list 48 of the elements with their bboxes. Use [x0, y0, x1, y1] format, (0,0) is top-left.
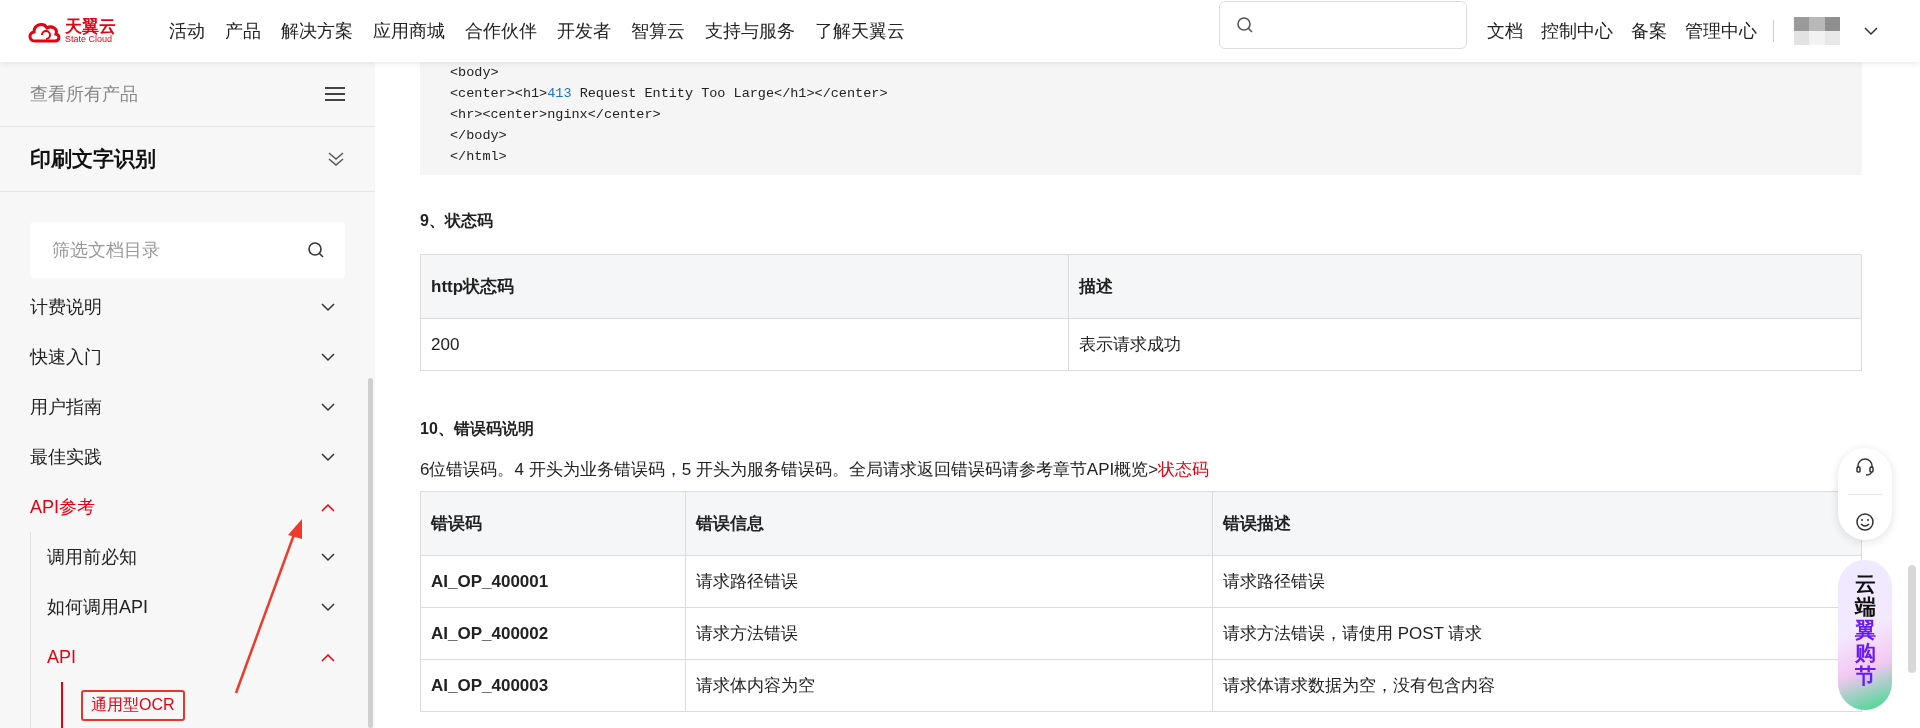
code-line: <center><h1>413 Request Entity Too Large</h1></center>: [450, 85, 889, 103]
column-header: 错误码: [420, 491, 686, 556]
product-title: 印刷文字识别: [30, 146, 156, 172]
nav-link[interactable]: 开发者: [557, 19, 611, 43]
table-cell: AI_OP_400001: [420, 555, 686, 608]
code-line: <hr><center>nginx</center>: [450, 106, 662, 124]
table-cell: 表示请求成功: [1068, 318, 1862, 371]
logo-tagline: State Cloud: [65, 34, 113, 45]
code-line: </html>: [450, 148, 508, 166]
nav-link[interactable]: 解决方案: [281, 19, 353, 43]
table-cell: 请求体内容为空: [685, 659, 1213, 712]
tree-item[interactable]: 调用前必知: [31, 532, 375, 582]
nav-link[interactable]: 支持与服务: [705, 19, 795, 43]
tree-item[interactable]: 最佳实践: [0, 432, 375, 482]
column-header: 错误信息: [685, 491, 1213, 556]
header-link[interactable]: 控制中心: [1541, 19, 1613, 43]
nav-link[interactable]: 智算云: [631, 19, 685, 43]
tree-item[interactable]: 如何调用API: [31, 582, 375, 632]
tree-item[interactable]: API参考: [0, 482, 375, 532]
table-cell: AI_OP_400002: [420, 607, 686, 660]
column-header: 错误描述: [1212, 491, 1862, 556]
column-header: http状态码: [420, 254, 1069, 319]
section-heading: 10、错误码说明: [420, 419, 535, 439]
tree-item[interactable]: 通用型OCR: [81, 689, 185, 721]
section-heading: 9、状态码: [420, 211, 494, 231]
table-cell: AI_OP_400003: [420, 659, 686, 712]
status-code-link[interactable]: 状态码: [1158, 460, 1210, 479]
nav-link[interactable]: 活动: [169, 19, 205, 43]
tree-item[interactable]: 用户指南: [0, 382, 375, 432]
header-link[interactable]: 备案: [1631, 19, 1667, 43]
table-cell: 200: [420, 318, 1069, 371]
code-line: <body>: [450, 64, 500, 82]
tree-item[interactable]: API: [31, 632, 375, 682]
filter-field[interactable]: 筛选文档目录: [30, 222, 345, 278]
nav-link[interactable]: 合作伙伴: [465, 19, 537, 43]
column-header: 描述: [1068, 254, 1862, 319]
nav-link[interactable]: 产品: [225, 19, 261, 43]
table-cell: 请求方法错误: [685, 607, 1213, 660]
table-cell: 请求路径错误: [685, 555, 1213, 608]
header-link[interactable]: 文档: [1487, 19, 1523, 43]
tree-item[interactable]: 快速入门: [0, 332, 375, 382]
nav-link[interactable]: 应用商城: [373, 19, 445, 43]
filter-input[interactable]: 筛选文档目录: [50, 238, 307, 262]
header-link[interactable]: 管理中心: [1685, 19, 1757, 43]
code-line: </body>: [450, 127, 508, 145]
tree-item[interactable]: 计费说明: [0, 282, 375, 332]
logo-name[interactable]: 天翼云: [65, 17, 116, 35]
nav-link[interactable]: 了解天翼云: [815, 19, 905, 43]
